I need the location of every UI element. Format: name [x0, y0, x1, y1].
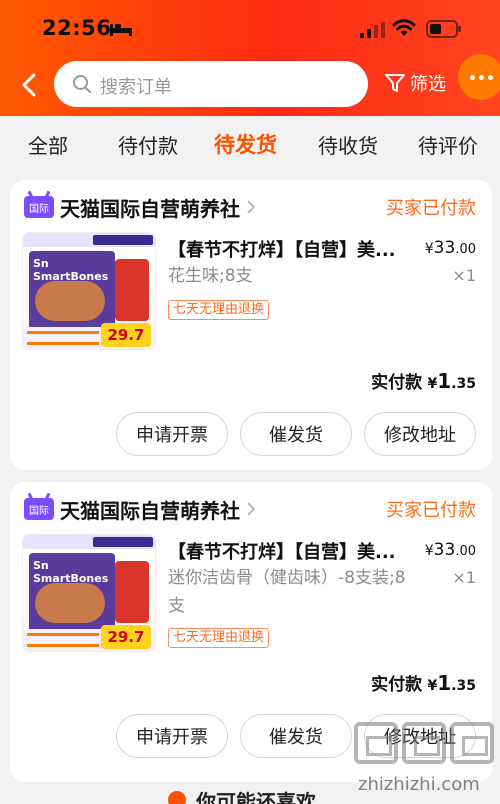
change-address-button[interactable]: 修改地址	[364, 714, 476, 758]
filter-funnel-icon	[385, 74, 405, 92]
search-icon	[73, 75, 91, 93]
recommendations-title: 你可能还喜欢	[196, 789, 316, 804]
battery-icon	[426, 20, 461, 38]
urge-shipment-button[interactable]: 催发货	[240, 714, 352, 758]
product-spec: 迷你洁齿骨（健齿味）-8支装;8支	[168, 568, 406, 616]
tab-all[interactable]: 全部	[28, 130, 68, 159]
paid-amount: 实付款 ¥1.35	[371, 369, 476, 393]
product-quantity: ×1	[452, 568, 476, 587]
product-quantity: ×1	[452, 266, 476, 285]
tab-pending-payment[interactable]: 待付款	[118, 130, 178, 159]
product-image[interactable]: Sn SmartBones 29.7	[22, 534, 156, 652]
order-card: 国际 天猫国际自营萌养社 买家已付款 Sn SmartBones 29.7 【春…	[10, 180, 492, 470]
tmall-global-badge: 国际	[24, 498, 54, 520]
tab-pending-receipt[interactable]: 待收货	[318, 130, 378, 159]
tab-pending-review[interactable]: 待评价	[418, 130, 478, 159]
status-time: 22:56	[42, 16, 112, 40]
filter-label: 筛选	[410, 74, 446, 95]
search-input[interactable]: 搜索订单	[54, 61, 368, 107]
recommend-icon	[168, 791, 186, 804]
order-status: 买家已付款	[386, 500, 476, 521]
return-policy-badge: 七天无理由退换	[168, 300, 270, 320]
wifi-icon	[392, 19, 416, 36]
product-price: ¥33.00	[424, 540, 476, 560]
product-spec: 花生味;8支	[168, 266, 253, 286]
image-price-tag: 29.7	[101, 323, 151, 347]
shop-name: 天猫国际自营萌养社	[60, 498, 240, 523]
tmall-global-badge: 国际	[24, 196, 54, 218]
back-arrow-icon[interactable]	[18, 72, 42, 98]
shop-name: 天猫国际自营萌养社	[60, 196, 240, 221]
cellular-signal-icon	[360, 22, 385, 38]
more-dot-icon	[469, 74, 475, 80]
paid-amount: 实付款 ¥1.35	[371, 671, 476, 695]
tab-pending-shipment[interactable]: 待发货	[214, 129, 277, 159]
status-bar: 22:56	[0, 0, 500, 58]
order-status: 买家已付款	[386, 198, 476, 219]
order-card: 国际 天猫国际自营萌养社 买家已付款 Sn SmartBones 29.7 【春…	[10, 482, 492, 782]
product-title[interactable]: 【春节不打烊】【自营】美...	[168, 538, 396, 564]
product-image[interactable]: Sn SmartBones 29.7	[22, 232, 156, 350]
shop-link[interactable]: 国际 天猫国际自营萌养社	[24, 192, 256, 222]
chevron-right-icon	[247, 200, 256, 214]
shop-link[interactable]: 国际 天猫国际自营萌养社	[24, 494, 256, 524]
order-tabs: 全部 待付款 待发货 待收货 待评价	[0, 116, 500, 172]
apply-invoice-button[interactable]: 申请开票	[116, 412, 228, 456]
search-placeholder: 搜索订单	[100, 77, 172, 98]
sleep-focus-icon	[110, 24, 132, 36]
chevron-right-icon	[247, 502, 256, 516]
apply-invoice-button[interactable]: 申请开票	[116, 714, 228, 758]
return-policy-badge: 七天无理由退换	[168, 628, 270, 648]
urge-shipment-button[interactable]: 催发货	[240, 412, 352, 456]
filter-button[interactable]: 筛选	[384, 70, 446, 96]
change-address-button[interactable]: 修改地址	[364, 412, 476, 456]
product-title[interactable]: 【春节不打烊】【自营】美...	[168, 236, 396, 262]
recommendations-header: 你可能还喜欢	[168, 788, 316, 804]
header-bar: 22:56 搜索订单 筛选	[0, 0, 500, 116]
image-price-tag: 29.7	[101, 625, 151, 649]
product-price: ¥33.00	[424, 238, 476, 258]
more-options-button[interactable]	[458, 54, 500, 100]
